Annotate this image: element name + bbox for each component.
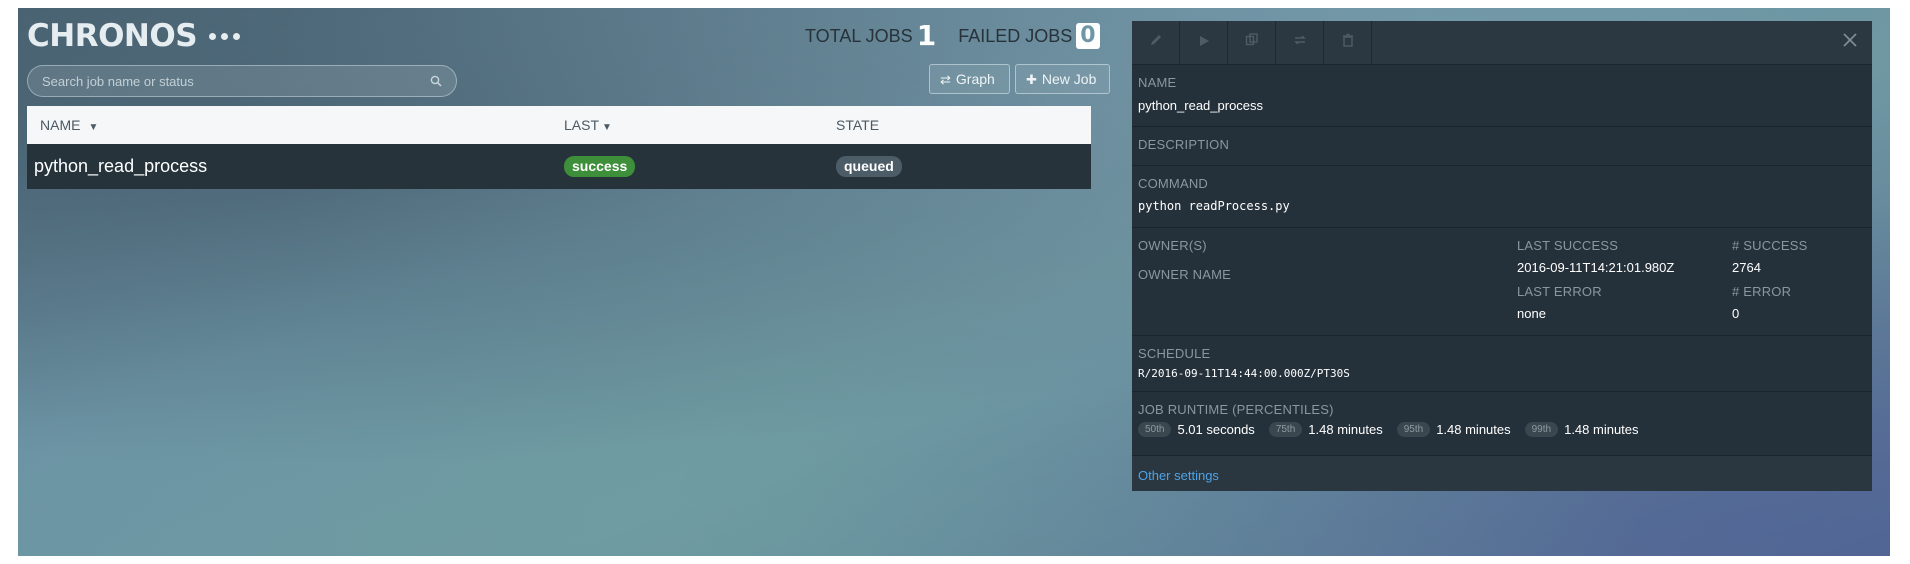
percentile-chip: 95th <box>1396 422 1431 437</box>
other-settings-section: Other settings <box>1132 456 1872 491</box>
jobs-table: NAME ▼ LAST ▼ STATE python_read_process su… <box>27 106 1091 189</box>
copy-button[interactable] <box>1228 21 1276 64</box>
delete-button[interactable] <box>1324 21 1372 64</box>
name-value: python_read_process <box>1138 98 1264 113</box>
chronos-app: CHRONOS TOTAL JOBS 1 FAILED JOBS 0 ⇄ Gra… <box>18 8 1890 556</box>
percentile-chip: 50th <box>1138 422 1172 437</box>
table-header: NAME ▼ LAST ▼ STATE <box>27 106 1091 144</box>
percentile-value: 1.48 minutes <box>1436 422 1511 437</box>
description-label: DESCRIPTION <box>1138 137 1230 152</box>
failed-jobs-label: FAILED JOBS <box>958 25 1073 46</box>
new-job-button[interactable]: ✚ New Job <box>1015 64 1110 94</box>
last-error-value: none <box>1517 306 1546 321</box>
graph-button-label: Graph <box>955 71 995 87</box>
logo[interactable]: CHRONOS <box>27 18 241 54</box>
plus-icon: ✚ <box>1026 71 1037 87</box>
run-button[interactable] <box>1180 21 1228 64</box>
column-header-last[interactable]: LAST ▼ <box>564 117 836 133</box>
close-button[interactable] <box>1828 21 1872 64</box>
percentile-item: 50th 5.01 seconds <box>1138 422 1255 437</box>
owners-label: OWNER(S) <box>1138 238 1207 253</box>
schedule-value: R/2016-09-11T14:44:00.000Z/PT30S <box>1138 367 1350 380</box>
edit-button[interactable] <box>1132 21 1180 64</box>
command-value: python readProcess.py <box>1138 199 1290 213</box>
error-count-label: # ERROR <box>1732 284 1792 299</box>
percentile-item: 75th 1.48 minutes <box>1268 422 1383 437</box>
repeat-icon <box>1293 33 1307 52</box>
percentile-chip: 99th <box>1524 422 1559 437</box>
graph-button[interactable]: ⇄ Graph <box>929 64 1010 94</box>
percentile-item: 99th 1.48 minutes <box>1524 422 1639 437</box>
total-jobs-label: TOTAL JOBS <box>805 25 913 46</box>
job-detail-panel: NAME python_read_process DESCRIPTION COM… <box>1132 21 1872 491</box>
column-header-name[interactable]: NAME ▼ <box>27 117 564 133</box>
total-jobs-stat: TOTAL JOBS 1 <box>805 22 936 50</box>
percentile-chip: 75th <box>1268 422 1303 437</box>
error-count-value: 0 <box>1732 306 1740 321</box>
percentile-item: 95th 1.48 minutes <box>1396 422 1511 437</box>
runtime-label: JOB RUNTIME (PERCENTILES) <box>1138 402 1334 417</box>
schedule-label: SCHEDULE <box>1138 346 1211 361</box>
state-badge: queued <box>836 156 902 177</box>
percentile-value: 1.48 minutes <box>1564 422 1639 437</box>
sort-caret-icon: ▼ <box>88 122 99 133</box>
pencil-icon <box>1149 33 1163 52</box>
owner-name-label: OWNER NAME <box>1138 267 1231 282</box>
percentile-value: 5.01 seconds <box>1177 422 1255 437</box>
table-row[interactable]: python_read_process success queued <box>27 144 1091 189</box>
name-label: NAME <box>1138 75 1177 90</box>
schedule-section: SCHEDULE R/2016-09-11T14:44:00.000Z/PT30… <box>1132 336 1872 392</box>
logo-text: CHRONOS <box>27 18 198 54</box>
failed-jobs-count: 0 <box>1076 23 1100 49</box>
command-label: COMMAND <box>1138 176 1209 191</box>
job-stats: TOTAL JOBS 1 FAILED JOBS 0 <box>805 22 1100 50</box>
total-jobs-count: 1 <box>916 19 937 52</box>
search-input[interactable] <box>40 72 430 90</box>
sort-caret-icon: ▼ <box>602 122 612 133</box>
last-success-value: 2016-09-11T14:21:01.980Z <box>1517 260 1675 275</box>
last-success-label: LAST SUCCESS <box>1517 238 1619 253</box>
retry-button[interactable] <box>1276 21 1324 64</box>
copy-icon <box>1245 33 1259 52</box>
new-job-button-label: New Job <box>1041 71 1097 87</box>
close-icon <box>1842 32 1858 53</box>
command-section: COMMAND python readProcess.py <box>1132 166 1872 228</box>
description-section: DESCRIPTION <box>1132 127 1872 166</box>
column-last-label: LAST <box>564 117 600 133</box>
last-status-badge: success <box>564 156 636 177</box>
column-state-label: STATE <box>836 117 880 133</box>
percentile-value: 1.48 minutes <box>1308 422 1383 437</box>
detail-toolbar <box>1132 21 1872 65</box>
search-box <box>27 65 457 97</box>
owner-section: OWNER(S) OWNER NAME LAST SUCCESS 2016-09… <box>1132 228 1872 336</box>
trash-icon <box>1342 33 1354 52</box>
name-section: NAME python_read_process <box>1132 65 1872 127</box>
more-dots-icon <box>209 32 241 40</box>
last-error-label: LAST ERROR <box>1517 284 1602 299</box>
percentile-list: 50th 5.01 seconds 75th 1.48 minutes 95th… <box>1138 422 1866 437</box>
play-icon <box>1198 34 1210 52</box>
repeat-icon: ⇄ <box>940 71 951 87</box>
search-icon[interactable] <box>430 74 444 88</box>
job-name: python_read_process <box>34 156 208 176</box>
failed-jobs-stat: FAILED JOBS 0 <box>958 23 1100 49</box>
runtime-section: JOB RUNTIME (PERCENTILES) 50th 5.01 seco… <box>1132 392 1872 456</box>
column-header-state[interactable]: STATE <box>836 117 1091 133</box>
success-count-value: 2764 <box>1732 260 1761 275</box>
other-settings-link[interactable]: Other settings <box>1138 468 1219 483</box>
success-count-label: # SUCCESS <box>1732 238 1808 253</box>
column-name-label: NAME <box>40 117 81 133</box>
